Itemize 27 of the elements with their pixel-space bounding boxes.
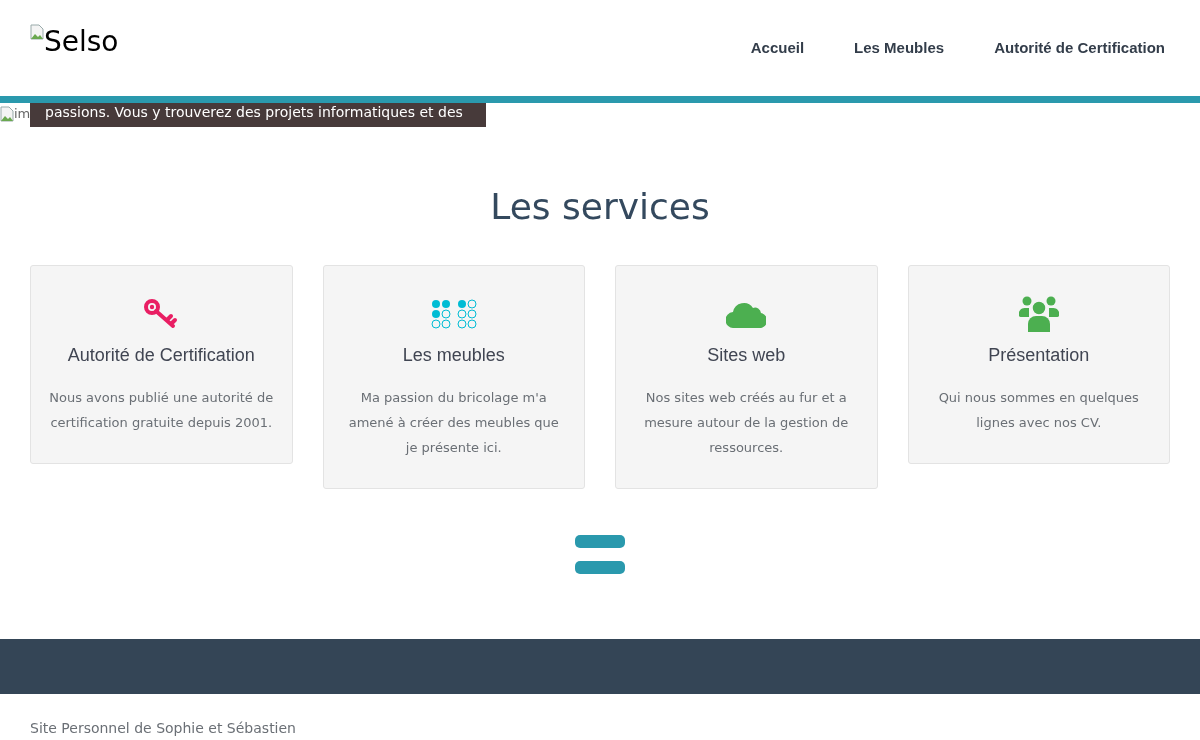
nav-link[interactable]: Les Meubles [854, 37, 945, 60]
broken-image-icon [0, 106, 14, 122]
service-card[interactable]: Autorité de Certification Nous avons publié une autorité de certification gratuite depuis 2001. [30, 265, 293, 464]
logo-link[interactable]: Selso [30, 24, 119, 60]
users-icon [1018, 296, 1059, 332]
broken-image-icon [30, 24, 44, 40]
broken-image-alt: im [0, 106, 30, 122]
card-title: Autorité de Certification [67, 344, 255, 367]
cloud-icon [726, 300, 767, 328]
card-title: Sites web [707, 344, 786, 367]
service-card[interactable]: Les meubles Ma passion du bricolage m'a amené à créer des meubles que je présente ici. [322, 265, 585, 489]
dot-grid-icon [430, 299, 477, 329]
card-title: Présentation [988, 344, 1090, 367]
nav-link[interactable]: Autorité de Certification [994, 37, 1165, 60]
card-description: Ma passion du bricolage m'a amené à créer des meubles que je présente ici. [347, 389, 560, 457]
service-card[interactable]: Sites web Nos sites web créés au fur et a mesure autour de la gestion de ressources. [615, 265, 878, 489]
service-card[interactable]: Présentation Qui nous sommes en quelques lignes avec nos CV. [907, 265, 1170, 464]
card-description: Nos sites web créés au fur et a mesure autour de la gestion de ressources. [643, 389, 850, 457]
key-icon [143, 298, 180, 330]
nav-link[interactable]: Accueil [750, 37, 805, 60]
card-description: Nous avons publié une autorité de certification gratuite depuis 2001. [49, 389, 274, 432]
footer-text: Site Personnel de Sophie et Sébastien [29, 719, 297, 738]
hero-caption: passions. Vous y trouverez des projets informatiques et des [30, 103, 486, 127]
card-title: Les meubles [402, 344, 505, 367]
menu-icon[interactable] [575, 535, 625, 575]
section-title: Les services [489, 185, 711, 229]
card-description: Qui nous sommes en quelques lignes avec nos CV. [937, 389, 1140, 432]
